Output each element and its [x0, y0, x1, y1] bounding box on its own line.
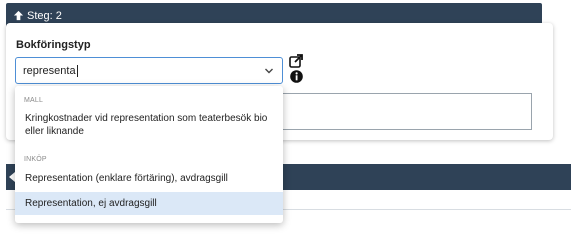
- dropdown-menu: MALL Kringkostnader vid representation s…: [15, 86, 283, 223]
- info-circle-icon[interactable]: [290, 70, 303, 83]
- external-link-icon[interactable]: [289, 54, 303, 68]
- dropdown-group-mall: MALL: [24, 97, 44, 104]
- bookkeeping-type-select[interactable]: representa: [15, 57, 283, 84]
- dropdown-option-highlighted[interactable]: Representation, ej avdragsgill: [15, 192, 283, 215]
- dropdown-option[interactable]: Kringkostnader vid representation som te…: [15, 112, 283, 138]
- step-title: Steg: 2: [27, 9, 62, 22]
- text-cursor: [76, 64, 78, 77]
- dropdown-option[interactable]: Representation (enklare förtäring), avdr…: [15, 167, 283, 191]
- chevron-down-icon[interactable]: [264, 66, 274, 76]
- arrow-up-icon: [13, 10, 24, 21]
- dropdown-group-inkop: INKÖP: [24, 156, 47, 163]
- select-input-text[interactable]: representa: [23, 65, 76, 77]
- text-area[interactable]: [265, 93, 532, 130]
- field-label: Bokföringstyp: [16, 39, 91, 51]
